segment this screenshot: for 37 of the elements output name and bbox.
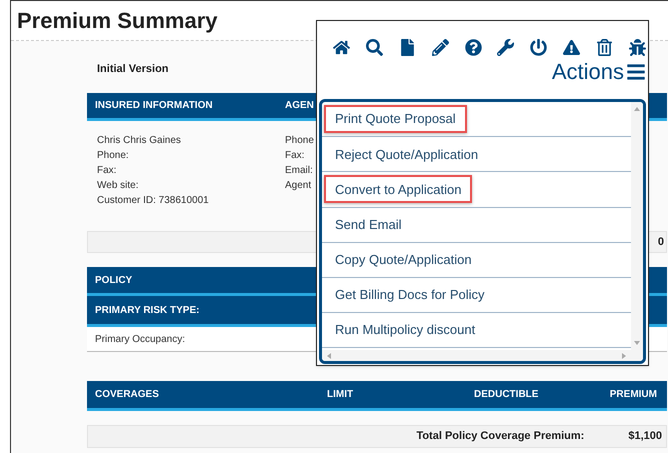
actions-title: Actions: [552, 59, 624, 85]
policy-row-label: Primary Occupancy:: [95, 332, 186, 346]
column-header: LIMIT: [327, 388, 354, 402]
wrench-icon[interactable]: [494, 37, 517, 57]
summary-value: 0: [658, 234, 664, 250]
action-item[interactable]: Print Quote Proposal: [324, 105, 467, 134]
page-title: Premium Summary: [17, 7, 218, 35]
section-header: AGEN: [285, 99, 314, 113]
total-label: Total Policy Coverage Premium:: [416, 429, 584, 444]
info-text: Email:: [285, 164, 313, 178]
section-header: POLICY: [95, 274, 132, 288]
action-item[interactable]: Get Billing Docs for Policy: [324, 281, 496, 310]
action-item[interactable]: Send Email: [324, 210, 412, 239]
column-header: COVERAGES: [95, 388, 160, 402]
info-text: Agent: [285, 179, 312, 193]
info-text: Customer ID: 738610001: [97, 194, 210, 208]
info-text: Fax:: [97, 164, 118, 178]
total-value: $1,100: [628, 429, 662, 444]
info-text: Fax:: [285, 149, 304, 163]
info-text: Chris Chris Gaines: [97, 134, 182, 148]
section-header: INSURED INFORMATION: [95, 99, 214, 113]
action-item[interactable]: Reject Quote/Application: [324, 140, 490, 168]
action-item[interactable]: Run Multipolicy discount: [324, 316, 486, 344]
search-icon[interactable]: [364, 37, 386, 57]
section-header: PRIMARY RISK TYPE:: [95, 304, 200, 318]
menu-icon[interactable]: [626, 62, 646, 82]
warning-icon[interactable]: [560, 37, 582, 57]
info-text: Phone: [285, 134, 314, 148]
info-text: Phone:: [97, 149, 130, 163]
action-item[interactable]: Copy Quote/Application: [324, 246, 483, 274]
info-text: Web site:: [97, 179, 140, 193]
version-label: Initial Version: [97, 63, 169, 75]
column-header: DEDUCTIBLE: [473, 388, 540, 402]
column-header: PREMIUM: [610, 388, 658, 402]
pencil-icon[interactable]: [429, 37, 452, 57]
bug-icon[interactable]: [626, 37, 648, 57]
action-item[interactable]: Convert to Application: [324, 175, 472, 204]
